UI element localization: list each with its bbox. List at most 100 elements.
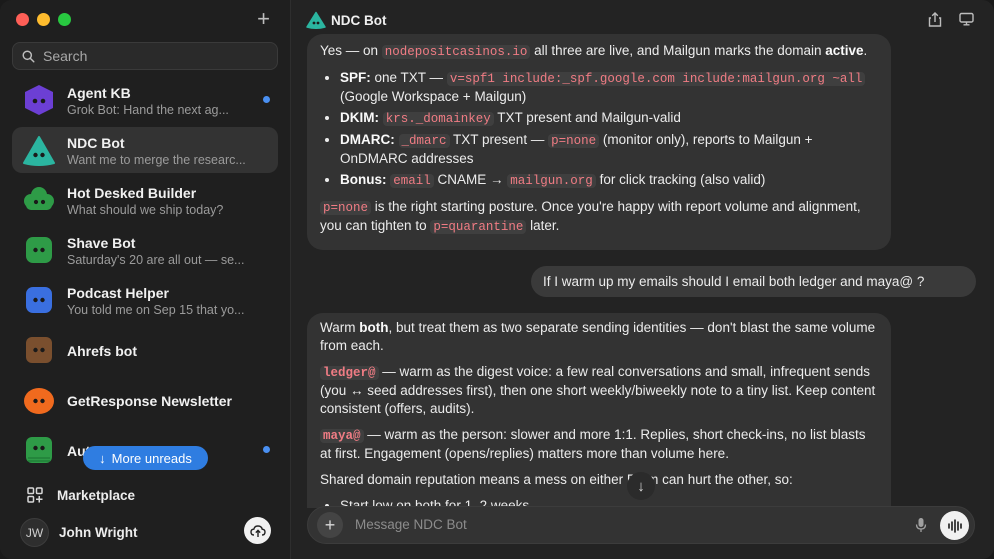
marketplace-link[interactable]: Marketplace [26, 486, 135, 504]
more-unreads-label: More unreads [111, 450, 192, 466]
user-name: John Wright [59, 525, 138, 540]
bold-text: DKIM: [340, 110, 379, 125]
unread-dot [263, 96, 270, 103]
cloud-sync-button[interactable] [244, 517, 271, 544]
cloud-upload-icon [249, 524, 266, 537]
chat-item-ahrefs-bot[interactable]: Ahrefs bot [12, 327, 278, 373]
podcast-helper-avatar-icon [26, 287, 52, 313]
new-chat-plus-icon[interactable]: + [257, 8, 270, 30]
bold-text: DMARC: [340, 132, 395, 147]
bold-text: active [825, 43, 864, 58]
list-item: SPF: one TXT — v=spf1 include:_spf.googl… [340, 69, 878, 106]
text-span: later. [526, 218, 560, 233]
close-window-button[interactable] [16, 13, 29, 26]
display-icon[interactable] [959, 12, 974, 26]
chat-title: GetResponse Newsletter [67, 393, 232, 409]
dmarc-code: _dmarc [398, 134, 450, 148]
text-span: TXT present — [449, 132, 549, 147]
message-paragraph: maya@ — warm as the person: slower and m… [320, 426, 878, 463]
voice-mode-button[interactable] [940, 511, 969, 540]
text-span: . [863, 43, 868, 58]
message-composer: + Message NDC Bot [307, 506, 975, 544]
list-item: DMARC: _dmarc TXT present — p=none (moni… [340, 131, 878, 168]
cname-code: email [390, 174, 434, 188]
sidebar: + Search Agent KB Grok Bot: Hand the nex… [0, 0, 291, 559]
chat-title: NDC Bot [67, 135, 125, 151]
text-span: is the right starting posture. Once you'… [320, 199, 861, 233]
user-profile[interactable]: JW John Wright [20, 518, 138, 547]
policy-code: p=none [320, 201, 372, 215]
zoom-window-button[interactable] [58, 13, 71, 26]
chat-item-agent-kb[interactable]: Agent KB Grok Bot: Hand the next ag... [12, 77, 278, 123]
chat-title: Podcast Helper [67, 285, 169, 301]
chat-snippet: Grok Bot: Hand the next ag... [67, 103, 229, 117]
message-paragraph: Yes — on nodepositcasinos.io all three a… [320, 42, 878, 61]
policy-code: p=none [548, 134, 600, 148]
dns-records-list: SPF: one TXT — v=spf1 include:_spf.googl… [340, 69, 878, 190]
chat-item-shave-bot[interactable]: Shave Bot Saturday's 20 are all out — se… [12, 227, 278, 273]
getresponse-newsletter-avatar-icon [24, 388, 54, 414]
app-window: + Search Agent KB Grok Bot: Hand the nex… [0, 0, 994, 559]
chat-item-hot-desked-builder[interactable]: Hot Desked Builder What should we ship t… [12, 177, 278, 223]
minimize-window-button[interactable] [37, 13, 50, 26]
dkim-code: krs._domainkey [382, 112, 494, 126]
aut-avatar-icon [26, 437, 52, 463]
text-span: — warm as the digest voice: a few real c… [320, 364, 876, 416]
text-span: all three are live, and Mailgun marks th… [530, 43, 826, 58]
arrow-down-icon: ↓ [637, 477, 645, 495]
spf-code: v=spf1 include:_spf.google.com include:m… [446, 72, 866, 86]
chat-item-ndc-bot[interactable]: NDC Bot Want me to merge the researc... [12, 127, 278, 173]
maya-code: maya@ [320, 429, 364, 443]
add-attachment-button[interactable]: + [317, 512, 343, 538]
assistant-message: Yes — on nodepositcasinos.io all three a… [307, 34, 891, 250]
marketplace-grid-icon [27, 487, 43, 503]
mailgun-code: mailgun.org [507, 174, 596, 188]
user-message: If I warm up my emails should I email bo… [531, 266, 976, 297]
text-span: for click tracking (also valid) [595, 172, 766, 187]
chat-snippet: Saturday's 20 are all out — se... [67, 253, 245, 267]
chat-snippet: You told me on Sep 15 that yo... [67, 303, 245, 317]
chat-item-podcast-helper[interactable]: Podcast Helper You told me on Sep 15 tha… [12, 277, 278, 323]
scroll-down-button[interactable]: ↓ [627, 472, 655, 500]
text-span: TXT present and Mailgun-valid [493, 110, 681, 125]
chat-title: Hot Desked Builder [67, 185, 197, 201]
chat-title: Ahrefs bot [67, 343, 137, 359]
ahrefs-bot-avatar-icon [26, 337, 52, 363]
list-item: Bonus: email CNAME → mailgun.org for cli… [340, 171, 878, 190]
search-input[interactable]: Search [12, 42, 278, 70]
chat-title: Shave Bot [67, 235, 136, 251]
ledger-code: ledger@ [320, 366, 379, 380]
shave-bot-avatar-icon [26, 237, 52, 263]
text-span: CNAME → [433, 172, 508, 187]
search-icon [22, 49, 35, 63]
agent-kb-avatar-icon [25, 85, 53, 115]
chat-snippet: Want me to merge the researc... [67, 153, 246, 167]
hot-desked-builder-avatar-icon [24, 187, 54, 210]
window-controls [16, 13, 71, 26]
microphone-button[interactable] [908, 512, 934, 538]
more-unreads-button[interactable]: ↓ More unreads [83, 446, 208, 470]
domain-code: nodepositcasinos.io [381, 45, 531, 59]
bold-text: both [359, 320, 389, 335]
text-span: Warm [320, 320, 360, 335]
text-span: — warm as the person: slower and more 1:… [320, 427, 866, 461]
waveform-icon [947, 518, 962, 533]
share-icon[interactable] [928, 12, 942, 27]
message-paragraph: ledger@ — warm as the digest voice: a fe… [320, 363, 878, 418]
message-input[interactable]: Message NDC Bot [355, 517, 467, 532]
conversation-panel: NDC Bot Yes — on nodepositcasinos.io all… [291, 0, 994, 559]
microphone-icon [915, 518, 927, 532]
policy-code: p=quarantine [430, 220, 527, 234]
page-title: NDC Bot [331, 13, 387, 28]
text-span: one TXT — [370, 70, 447, 85]
chat-item-getresponse-newsletter[interactable]: GetResponse Newsletter [12, 377, 278, 423]
message-paragraph: Shared domain reputation means a mess on… [320, 472, 793, 487]
bold-text: SPF: [340, 70, 371, 85]
avatar: JW [20, 518, 49, 547]
list-item: DKIM: krs._domainkey TXT present and Mai… [340, 109, 878, 128]
text-span: , but treat them as two separate sending… [320, 320, 876, 353]
chat-snippet: What should we ship today? [67, 203, 224, 217]
marketplace-label: Marketplace [57, 487, 136, 503]
message-paragraph: p=none is the right starting posture. On… [320, 198, 878, 236]
chat-list: Agent KB Grok Bot: Hand the next ag... N… [12, 77, 278, 477]
